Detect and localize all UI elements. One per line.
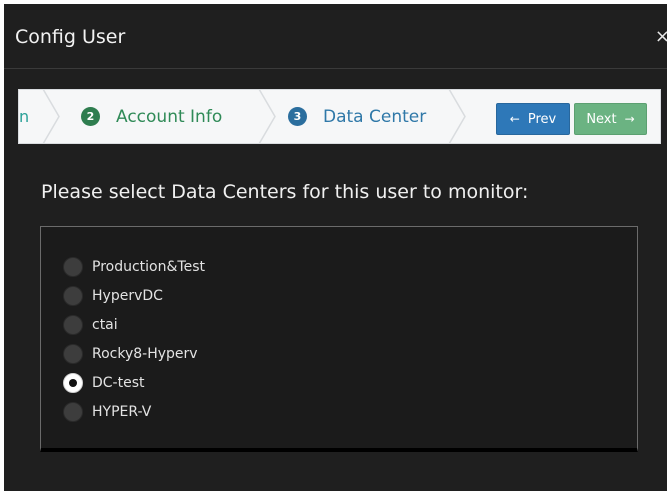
radio-button[interactable]: [63, 257, 83, 277]
data-center-option[interactable]: DC-test: [63, 372, 145, 394]
data-center-option[interactable]: ctai: [63, 314, 118, 336]
step-number-badge: 2: [81, 107, 100, 126]
data-center-label: Rocky8-Hyperv: [92, 346, 198, 362]
arrow-left-icon: ←: [509, 112, 520, 126]
step-number-badge: 3: [288, 107, 307, 126]
wizard-step-previous-fragment[interactable]: n: [19, 90, 41, 143]
step-separator-chevron-icon: [448, 90, 466, 143]
next-button[interactable]: Next →: [574, 103, 647, 135]
step-label: Data Center: [323, 106, 427, 127]
data-center-option[interactable]: HypervDC: [63, 285, 163, 307]
wizard-steps-bar: n 2 Account Info 3 Data Center ← Prev Ne…: [18, 89, 661, 144]
radio-button[interactable]: [63, 402, 83, 422]
data-center-option[interactable]: HYPER-V: [63, 401, 151, 423]
data-center-option[interactable]: Rocky8-Hyperv: [63, 343, 198, 365]
data-center-label: Production&Test: [92, 259, 205, 275]
data-center-label: ctai: [92, 317, 118, 333]
dialog-header: Config User ×: [4, 4, 667, 69]
step-separator-chevron-icon: [258, 90, 276, 143]
radio-button[interactable]: [63, 286, 83, 306]
close-icon[interactable]: ×: [655, 26, 667, 47]
data-center-option[interactable]: Production&Test: [63, 256, 205, 278]
radio-button-selected[interactable]: [63, 373, 83, 393]
wizard-step-account-info[interactable]: 2 Account Info: [81, 90, 222, 143]
arrow-right-icon: →: [624, 112, 635, 126]
data-center-label: HYPER-V: [92, 404, 152, 420]
next-button-label: Next: [586, 111, 617, 127]
radio-button[interactable]: [63, 315, 83, 335]
data-center-list: Production&Test HypervDC ctai Rocky8-Hyp…: [40, 226, 638, 452]
prev-button[interactable]: ← Prev: [496, 103, 570, 135]
prev-button-label: Prev: [527, 111, 557, 127]
step-separator-chevron-icon: [42, 90, 60, 143]
dialog-title: Config User: [15, 26, 126, 48]
data-center-label: DC-test: [92, 375, 145, 391]
step-label: Account Info: [116, 106, 223, 127]
data-center-label: HypervDC: [92, 288, 163, 304]
wizard-step-data-center[interactable]: 3 Data Center: [288, 90, 426, 143]
radio-button[interactable]: [63, 344, 83, 364]
selection-prompt: Please select Data Centers for this user…: [41, 181, 529, 203]
